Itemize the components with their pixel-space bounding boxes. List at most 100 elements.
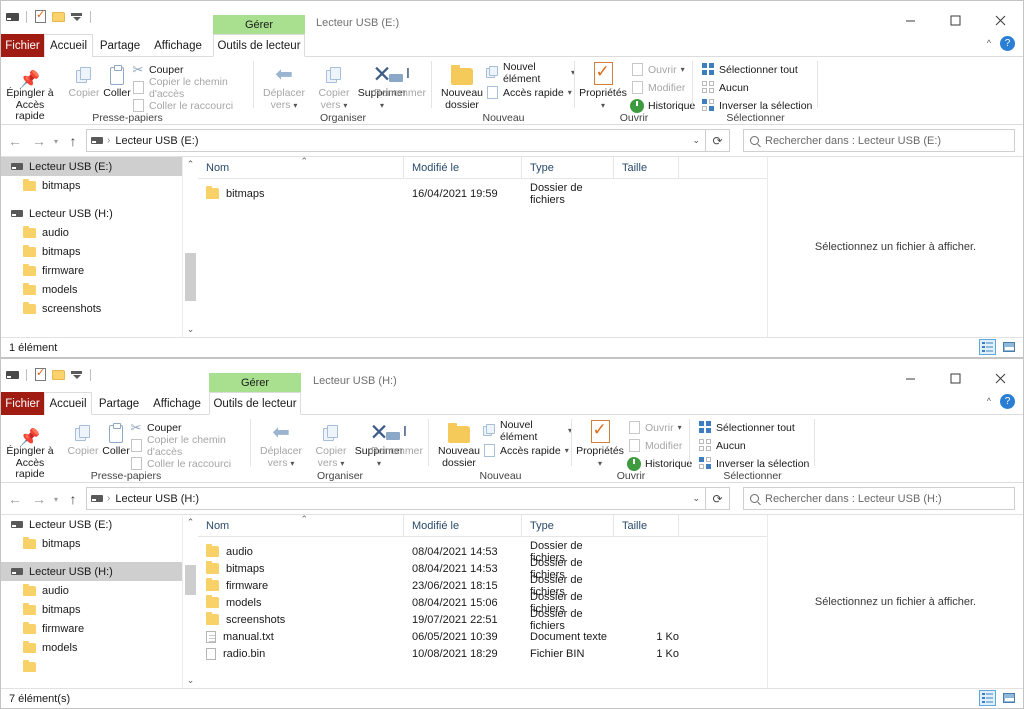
nav-item-drive-e[interactable]: Lecteur USB (E:): [1, 515, 182, 534]
search-input[interactable]: Rechercher dans : Lecteur USB (H:): [743, 487, 1015, 510]
table-row[interactable]: bitmaps 16/04/2021 19:59 Dossier de fich…: [198, 182, 767, 206]
window-controls[interactable]: [888, 365, 1023, 391]
column-header-name[interactable]: Nom ⌃: [198, 157, 404, 179]
copy-path-button[interactable]: Copier le chemin d'accès: [129, 434, 251, 458]
file-list-pane[interactable]: Nom ⌃ Modifié le Type Taille audio 08/04…: [198, 515, 767, 688]
navigation-pane-scrollbar[interactable]: ⌃ ⌄: [182, 515, 198, 688]
quick-access-dropdown-icon[interactable]: ▾: [565, 446, 569, 455]
column-header-modified[interactable]: Modifié le: [404, 515, 522, 537]
nav-item-bitmaps[interactable]: bitmaps: [1, 176, 182, 195]
nav-item-drive-h[interactable]: Lecteur USB (H:): [1, 562, 182, 581]
select-all-button[interactable]: Sélectionner tout: [701, 62, 798, 77]
file-name-cell[interactable]: manual.txt: [198, 630, 404, 643]
search-input[interactable]: Rechercher dans : Lecteur USB (E:): [743, 129, 1015, 152]
new-folder-button[interactable]: Nouveau dossier: [436, 60, 488, 111]
table-row[interactable]: manual.txt 06/05/2021 10:39 Document tex…: [198, 628, 767, 645]
chevron-down-icon[interactable]: ⌄: [692, 135, 700, 146]
table-row[interactable]: radio.bin 10/08/2021 18:29 Fichier BIN 1…: [198, 645, 767, 662]
new-item-button[interactable]: Nouvel élément ▾: [482, 419, 572, 443]
details-view-button[interactable]: [979, 339, 996, 355]
maximize-button[interactable]: [933, 365, 978, 391]
tab-outils-de-lecteur[interactable]: Outils de lecteur: [213, 34, 305, 57]
large-icons-view-button[interactable]: [1000, 339, 1017, 355]
properties-dropdown-icon[interactable]: ▾: [575, 458, 625, 470]
address-input[interactable]: › Lecteur USB (H:) ⌄: [86, 487, 706, 510]
view-mode-buttons[interactable]: [979, 690, 1017, 706]
tab-affichage[interactable]: Affichage: [146, 392, 208, 415]
delete-dropdown-icon[interactable]: ▾: [356, 100, 408, 112]
open-dropdown-icon[interactable]: ▾: [678, 423, 682, 432]
column-header-modified[interactable]: Modifié le: [404, 157, 522, 179]
table-row[interactable]: models 08/04/2021 15:06 Dossier de fichi…: [198, 591, 767, 615]
tab-partage[interactable]: Partage: [92, 392, 146, 415]
nav-item-drive-e[interactable]: Lecteur USB (E:): [1, 157, 182, 176]
quick-access-button[interactable]: Accès rapide ▾: [485, 85, 572, 100]
edit-button[interactable]: Modifier: [630, 80, 685, 95]
collapse-ribbon-icon[interactable]: ^: [987, 396, 991, 406]
invert-selection-button[interactable]: Inverser la sélection: [698, 456, 809, 471]
open-button[interactable]: Ouvrir ▾: [627, 420, 682, 435]
details-view-button[interactable]: [979, 690, 996, 706]
quick-access-toolbar[interactable]: [5, 366, 94, 382]
move-to-button[interactable]: ⬅ Déplacer vers ▾: [258, 60, 310, 111]
nav-item-bitmaps[interactable]: bitmaps: [1, 534, 182, 553]
new-folder-button[interactable]: Nouveau dossier: [433, 418, 485, 469]
delete-dropdown-icon[interactable]: ▾: [353, 458, 405, 470]
help-icon[interactable]: ?: [1000, 394, 1015, 409]
table-row[interactable]: screenshots 19/07/2021 22:51 Dossier de …: [198, 608, 767, 632]
file-rows[interactable]: bitmaps 16/04/2021 19:59 Dossier de fich…: [198, 179, 767, 337]
file-rows[interactable]: audio 08/04/2021 14:53 Dossier de fichie…: [198, 537, 767, 688]
paste-shortcut-button[interactable]: Coller le raccourci: [131, 98, 233, 113]
column-header-size[interactable]: Taille: [614, 157, 679, 179]
quick-access-dropdown-icon[interactable]: ▾: [568, 88, 572, 97]
nav-item-screenshots-partial[interactable]: [1, 657, 182, 676]
scroll-up-arrow-icon[interactable]: ⌃: [183, 515, 198, 530]
new-folder-icon[interactable]: [51, 9, 66, 24]
address-bar-row[interactable]: ← → ▾ ↑ › Lecteur USB (E:) ⌄ ⟳ Recherche…: [1, 125, 1023, 156]
customize-qat-dropdown-icon[interactable]: [69, 9, 84, 24]
table-row[interactable]: bitmaps 08/04/2021 14:53 Dossier de fich…: [198, 557, 767, 581]
ribbon[interactable]: 📌 Épingler à Accès rapide Copier Coller …: [1, 415, 1023, 483]
close-button[interactable]: [978, 7, 1023, 33]
refresh-icon[interactable]: ⟳: [706, 129, 730, 152]
nav-item-drive-h[interactable]: Lecteur USB (H:): [1, 204, 182, 223]
nav-item-bitmaps-h[interactable]: bitmaps: [1, 242, 182, 261]
properties-button[interactable]: Propriétés ▾: [575, 418, 625, 469]
file-name-cell[interactable]: bitmaps: [198, 186, 404, 200]
title-bar[interactable]: Gérer Lecteur USB (H:): [1, 359, 1023, 392]
tab-partage[interactable]: Partage: [93, 34, 147, 57]
file-name-cell[interactable]: radio.bin: [198, 647, 404, 660]
ribbon-tab-row[interactable]: Fichier Accueil Partage Affichage Outils…: [1, 392, 1023, 416]
column-header-type[interactable]: Type: [522, 157, 614, 179]
navigation-pane-scrollbar[interactable]: ⌃ ⌄: [182, 157, 198, 337]
scroll-up-arrow-icon[interactable]: ⌃: [183, 157, 198, 172]
select-none-button[interactable]: Aucun: [698, 438, 746, 453]
refresh-icon[interactable]: ⟳: [706, 487, 730, 510]
column-header-type[interactable]: Type: [522, 515, 614, 537]
properties-button[interactable]: Propriétés ▾: [578, 60, 628, 111]
explorer-window-e[interactable]: Gérer Lecteur USB (E:) Fichier Accueil P…: [0, 0, 1024, 358]
select-all-button[interactable]: Sélectionner tout: [698, 420, 795, 435]
nav-item-audio[interactable]: audio: [1, 581, 182, 600]
up-arrow-icon[interactable]: ↑: [63, 131, 83, 151]
edit-button[interactable]: Modifier: [627, 438, 682, 453]
nav-item-models[interactable]: models: [1, 280, 182, 299]
nav-item-firmware[interactable]: firmware: [1, 261, 182, 280]
new-folder-icon[interactable]: [51, 367, 66, 382]
minimize-button[interactable]: [888, 7, 933, 33]
file-name-cell[interactable]: bitmaps: [198, 561, 404, 575]
back-arrow-icon[interactable]: ←: [5, 489, 25, 509]
invert-selection-button[interactable]: Inverser la sélection: [701, 98, 812, 113]
tab-outils-de-lecteur[interactable]: Outils de lecteur: [209, 392, 301, 415]
chevron-down-icon[interactable]: ⌄: [692, 493, 700, 504]
address-bar-row[interactable]: ← → ▾ ↑ › Lecteur USB (H:) ⌄ ⟳ Recherche…: [1, 483, 1023, 514]
quick-access-button[interactable]: Accès rapide ▾: [482, 443, 569, 458]
forward-arrow-icon[interactable]: →: [29, 489, 49, 509]
collapse-ribbon-icon[interactable]: ^: [987, 38, 991, 48]
recent-locations-icon[interactable]: ▾: [49, 489, 63, 509]
tab-accueil[interactable]: Accueil: [44, 392, 92, 416]
maximize-button[interactable]: [933, 7, 978, 33]
scrollbar-thumb[interactable]: [185, 253, 196, 301]
tab-affichage[interactable]: Affichage: [147, 34, 209, 57]
customize-qat-dropdown-icon[interactable]: [69, 367, 84, 382]
